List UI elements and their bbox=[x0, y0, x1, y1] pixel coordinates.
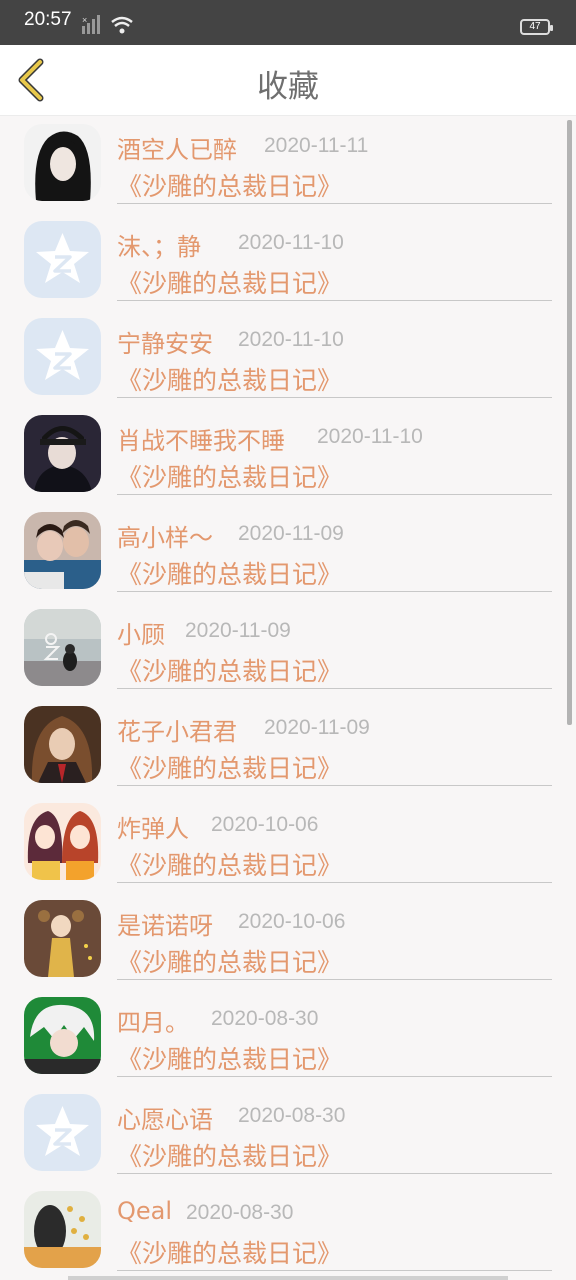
favorite-date: 2020-11-09 bbox=[264, 716, 370, 739]
book-title: 《沙雕的总裁日记》 bbox=[117, 269, 343, 298]
list-item[interactable]: 心愿心语 2020-08-30 《沙雕的总裁日记》 bbox=[0, 1086, 576, 1183]
book-title: 《沙雕的总裁日记》 bbox=[117, 172, 343, 201]
avatar bbox=[24, 318, 101, 395]
divider bbox=[117, 300, 552, 301]
user-name: 肖战不睡我不睡 bbox=[117, 427, 285, 455]
book-title: 《沙雕的总裁日记》 bbox=[117, 1239, 343, 1268]
list-item[interactable]: 是诺诺呀 2020-10-06 《沙雕的总裁日记》 bbox=[0, 892, 576, 989]
book-title: 《沙雕的总裁日记》 bbox=[117, 1142, 343, 1171]
user-name: 是诺诺呀 bbox=[117, 912, 213, 940]
avatar bbox=[24, 1191, 101, 1268]
book-title: 《沙雕的总裁日记》 bbox=[117, 560, 343, 589]
favorite-date: 2020-11-10 bbox=[238, 328, 344, 351]
book-title: 《沙雕的总裁日记》 bbox=[117, 657, 343, 686]
divider bbox=[117, 882, 552, 883]
svg-text:×: × bbox=[82, 15, 87, 25]
avatar bbox=[24, 221, 101, 298]
favorites-list: 酒空人已醉 2020-11-11 《沙雕的总裁日记》 沫、；静 2020-11-… bbox=[0, 116, 576, 1276]
avatar bbox=[24, 1094, 101, 1171]
list-item[interactable]: 四月。 2020-08-30 《沙雕的总裁日记》 bbox=[0, 989, 576, 1086]
qzone-star-icon bbox=[24, 221, 101, 298]
page-title: 收藏 bbox=[257, 69, 319, 105]
signal-wifi-icon: × bbox=[82, 15, 133, 34]
scrollbar[interactable] bbox=[567, 120, 572, 725]
user-name: 小顾 bbox=[117, 621, 165, 649]
book-title: 《沙雕的总裁日记》 bbox=[117, 948, 343, 977]
favorite-date: 2020-08-30 bbox=[238, 1104, 346, 1127]
user-name: 沫、；静 bbox=[117, 233, 201, 261]
user-name: 炸弹人 bbox=[117, 815, 189, 843]
avatar bbox=[24, 900, 101, 977]
divider bbox=[117, 688, 552, 689]
avatar bbox=[24, 997, 101, 1074]
list-item[interactable]: 宁静安安 2020-11-10 《沙雕的总裁日记》 bbox=[0, 310, 576, 407]
list-item[interactable]: 肖战不睡我不睡 2020-11-10 《沙雕的总裁日记》 bbox=[0, 407, 576, 504]
favorite-date: 2020-08-30 bbox=[211, 1007, 319, 1030]
book-title: 《沙雕的总裁日记》 bbox=[117, 463, 343, 492]
user-name: 四月。 bbox=[117, 1009, 189, 1037]
qzone-star-icon bbox=[24, 1094, 101, 1171]
avatar bbox=[24, 706, 101, 783]
divider bbox=[117, 1270, 552, 1271]
divider bbox=[117, 1076, 552, 1077]
divider bbox=[117, 591, 552, 592]
favorite-date: 2020-08-30 bbox=[186, 1201, 294, 1224]
app-header: 收藏 bbox=[0, 45, 576, 116]
avatar bbox=[24, 124, 101, 201]
book-title: 《沙雕的总裁日记》 bbox=[117, 1045, 343, 1074]
book-title: 《沙雕的总裁日记》 bbox=[117, 366, 343, 395]
user-name: Qeal bbox=[117, 1197, 173, 1225]
favorite-date: 2020-11-11 bbox=[264, 134, 369, 157]
status-bar: 20:57 × 47 bbox=[0, 0, 576, 45]
list-item[interactable]: 小顾 2020-11-09 《沙雕的总裁日记》 bbox=[0, 601, 576, 698]
list-item[interactable]: 花子小君君 2020-11-09 《沙雕的总裁日记》 bbox=[0, 698, 576, 795]
user-name: 高小样～ bbox=[117, 524, 213, 552]
divider bbox=[117, 397, 552, 398]
list-item[interactable]: 沫、；静 2020-11-10 《沙雕的总裁日记》 bbox=[0, 213, 576, 310]
divider bbox=[117, 785, 552, 786]
favorite-date: 2020-11-09 bbox=[238, 522, 344, 545]
qzone-star-icon bbox=[24, 318, 101, 395]
avatar bbox=[24, 512, 101, 589]
user-name: 酒空人已醉 bbox=[117, 136, 237, 164]
divider bbox=[117, 203, 552, 204]
list-item[interactable]: 高小样～ 2020-11-09 《沙雕的总裁日记》 bbox=[0, 504, 576, 601]
favorite-date: 2020-10-06 bbox=[238, 910, 346, 933]
favorite-date: 2020-11-10 bbox=[317, 425, 423, 448]
favorite-date: 2020-11-10 bbox=[238, 231, 344, 254]
divider bbox=[117, 1173, 552, 1174]
battery-icon: 47 bbox=[520, 19, 553, 35]
user-name: 心愿心语 bbox=[117, 1106, 213, 1134]
avatar bbox=[24, 803, 101, 880]
divider bbox=[117, 494, 552, 495]
book-title: 《沙雕的总裁日记》 bbox=[117, 851, 343, 880]
divider bbox=[117, 979, 552, 980]
bottom-edge bbox=[68, 1276, 508, 1280]
list-item[interactable]: 炸弹人 2020-10-06 《沙雕的总裁日记》 bbox=[0, 795, 576, 892]
list-item[interactable]: 酒空人已醉 2020-11-11 《沙雕的总裁日记》 bbox=[0, 116, 576, 213]
user-name: 宁静安安 bbox=[117, 330, 213, 358]
favorite-date: 2020-10-06 bbox=[211, 813, 319, 836]
avatar bbox=[24, 415, 101, 492]
avatar bbox=[24, 609, 101, 686]
favorite-date: 2020-11-09 bbox=[185, 619, 291, 642]
book-title: 《沙雕的总裁日记》 bbox=[117, 754, 343, 783]
list-item[interactable]: Qeal 2020-08-30 《沙雕的总裁日记》 bbox=[0, 1183, 576, 1276]
user-name: 花子小君君 bbox=[117, 718, 237, 746]
status-time: 20:57 bbox=[24, 9, 72, 30]
